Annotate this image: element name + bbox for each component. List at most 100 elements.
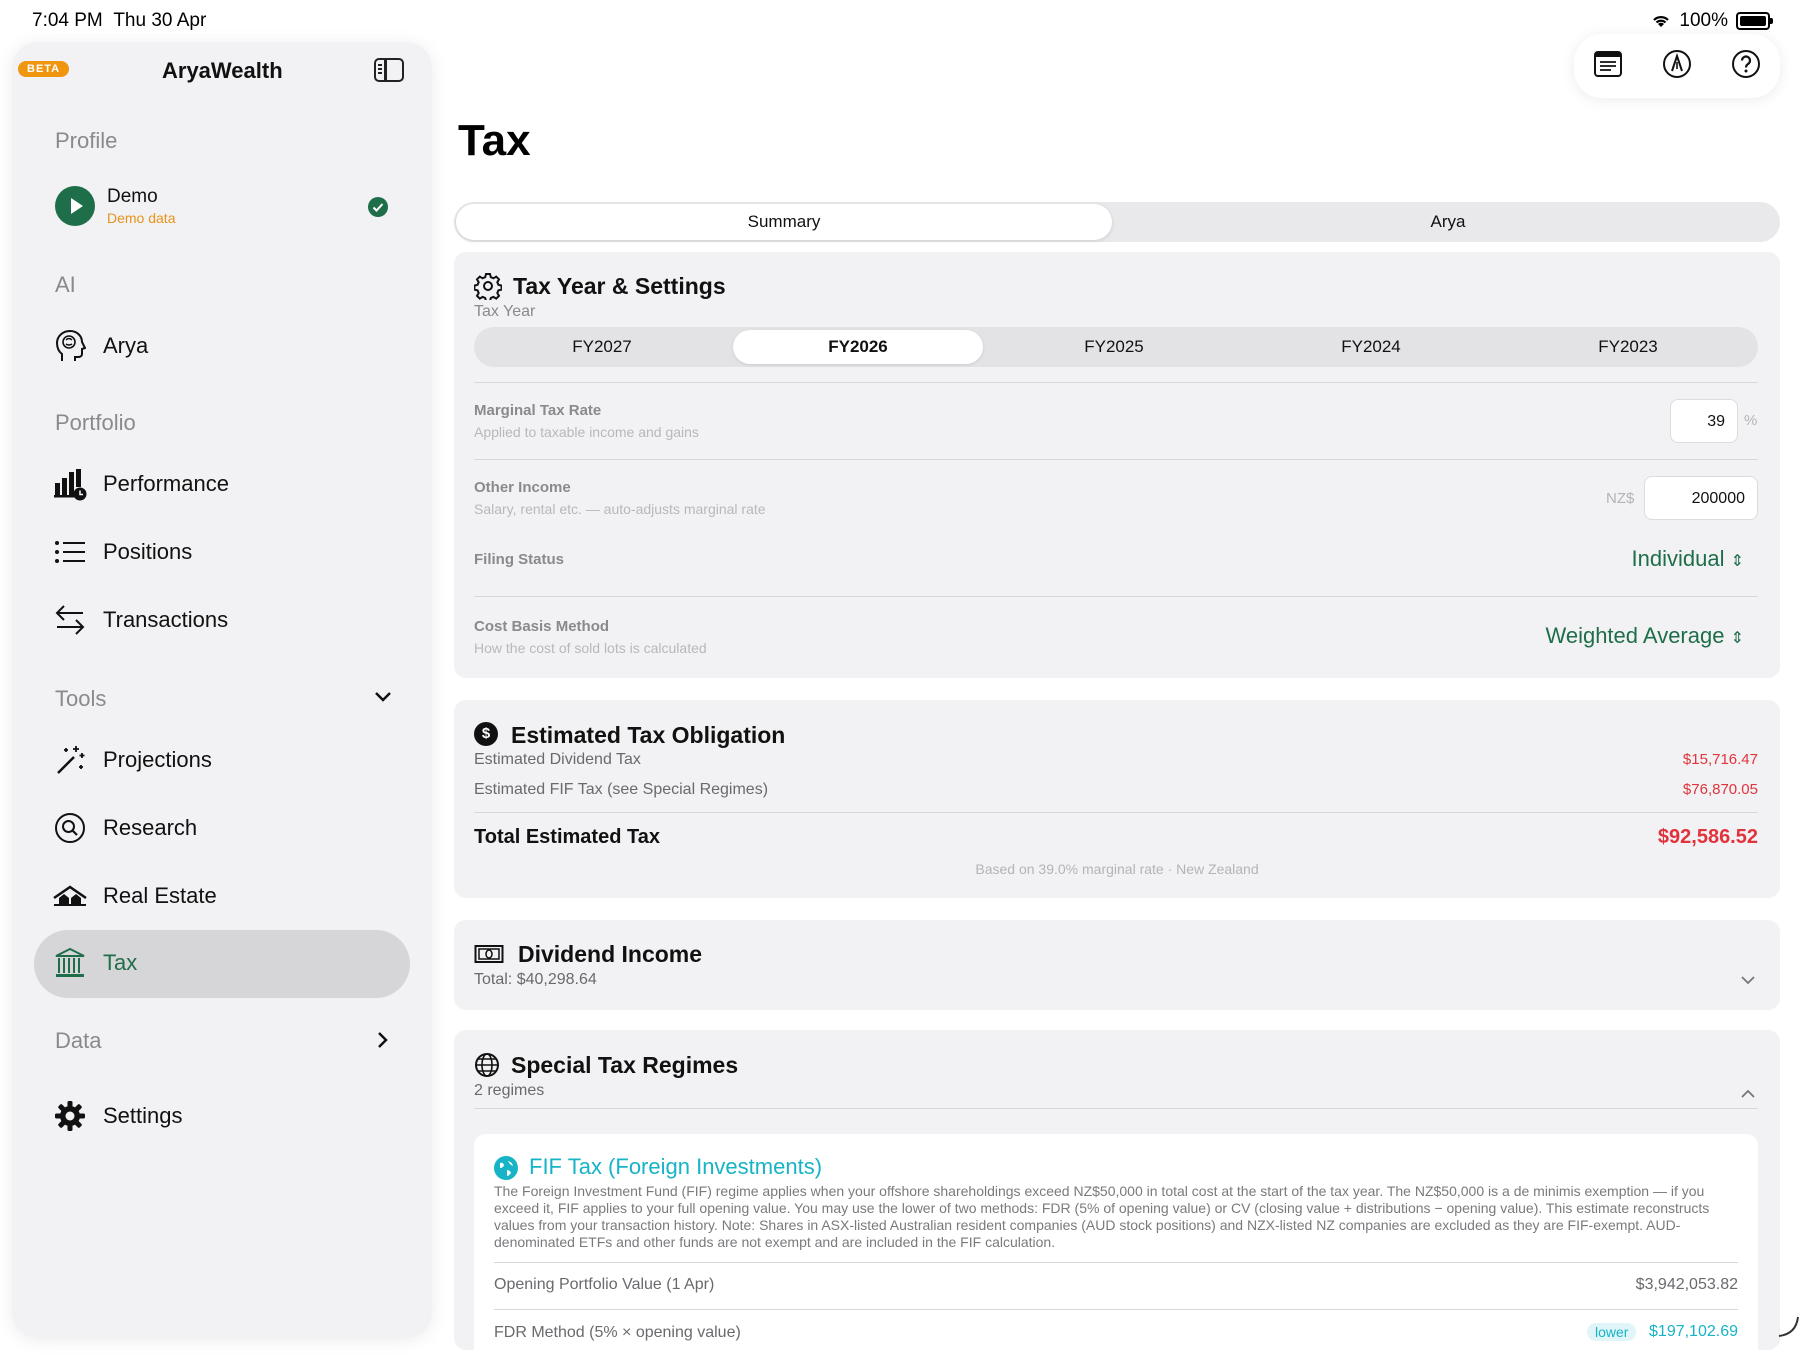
percent-symbol: % xyxy=(1744,412,1758,429)
beta-badge: BETA xyxy=(18,61,70,77)
filing-status-picker[interactable]: Individual ⇕ xyxy=(1632,546,1744,572)
marginal-rate-input[interactable]: 39 xyxy=(1670,399,1738,443)
chevron-down-icon[interactable] xyxy=(373,690,393,709)
tab-arya[interactable]: Arya xyxy=(1120,212,1776,232)
nav-settings[interactable]: Settings xyxy=(53,1099,183,1133)
gear-icon xyxy=(53,1099,87,1133)
cost-basis-label: Cost Basis Method xyxy=(474,618,610,635)
opening-value: $3,942,053.82 xyxy=(1635,1276,1738,1293)
filing-status-label: Filing Status xyxy=(474,551,564,568)
section-portfolio: Portfolio xyxy=(55,410,136,435)
status-indicators: 100% xyxy=(1651,10,1773,32)
chevron-up-icon[interactable] xyxy=(1740,1086,1756,1104)
fif-tax-label: Estimated FIF Tax (see Special Regimes) xyxy=(474,781,769,798)
divider xyxy=(474,459,1758,460)
tax-year-label: Tax Year xyxy=(474,303,536,320)
other-income-label: Other Income xyxy=(474,479,571,496)
bank-icon xyxy=(53,946,87,980)
houses-icon xyxy=(53,879,87,913)
globe-filled-icon xyxy=(494,1156,518,1180)
chevron-down-icon[interactable] xyxy=(1740,972,1756,990)
fif-tax-value: $76,870.05 xyxy=(1682,781,1758,798)
nav-settings-label: Settings xyxy=(103,1103,183,1128)
nav-performance[interactable]: Performance xyxy=(53,467,229,501)
gear-outline-icon xyxy=(473,272,503,305)
divider xyxy=(474,812,1758,813)
dollar-icon: $ xyxy=(474,722,498,746)
total-tax-label: Total Estimated Tax xyxy=(474,826,660,848)
cost-basis-picker[interactable]: Weighted Average ⇕ xyxy=(1545,623,1744,649)
section-tools: Tools xyxy=(55,686,107,711)
page-title: Tax xyxy=(458,116,531,165)
year-fy2026[interactable]: FY2026 xyxy=(730,337,986,357)
nav-research[interactable]: Research xyxy=(53,811,197,845)
nav-transactions[interactable]: Transactions xyxy=(53,603,228,637)
obligation-footnote: Based on 39.0% marginal rate · New Zeala… xyxy=(975,861,1259,877)
fdr-value: $197,102.69 xyxy=(1649,1323,1738,1340)
filing-status-value: Individual xyxy=(1631,546,1725,571)
total-tax-value: $92,586.52 xyxy=(1657,826,1758,848)
nav-projections[interactable]: Projections xyxy=(53,743,212,777)
list-icon xyxy=(53,535,87,569)
notes-icon[interactable] xyxy=(1593,50,1623,83)
chevron-updown-icon: ⇕ xyxy=(1730,630,1744,647)
regimes-count: 2 regimes xyxy=(474,1082,545,1099)
divider xyxy=(474,382,1758,383)
divider xyxy=(494,1262,1738,1263)
section-data[interactable]: Data xyxy=(55,1028,101,1054)
obligation-title: Estimated Tax Obligation xyxy=(511,722,786,748)
dividend-tax-value: $15,716.47 xyxy=(1682,751,1758,768)
year-fy2024[interactable]: FY2024 xyxy=(1243,337,1499,357)
chevron-updown-icon: ⇕ xyxy=(1730,553,1744,570)
fif-description: The Foreign Investment Fund (FIF) regime… xyxy=(494,1183,1710,1250)
app-title: AryaWealth xyxy=(162,58,283,83)
nav-projections-label: Projections xyxy=(103,747,212,772)
search-icon xyxy=(53,811,87,845)
nav-real-estate-label: Real Estate xyxy=(103,883,217,908)
other-income-sub: Salary, rental etc. — auto-adjusts margi… xyxy=(474,501,766,517)
battery-icon xyxy=(1736,12,1773,30)
bar-chart-icon xyxy=(53,467,87,501)
divider xyxy=(494,1309,1738,1310)
banknote-icon xyxy=(474,944,504,969)
nav-positions[interactable]: Positions xyxy=(53,535,192,569)
dividend-tax-label: Estimated Dividend Tax xyxy=(474,751,641,768)
dividend-title: Dividend Income xyxy=(518,941,703,967)
nav-real-estate[interactable]: Real Estate xyxy=(53,879,217,913)
nav-arya-label: Arya xyxy=(103,333,149,358)
wifi-icon xyxy=(1653,16,1670,27)
section-profile: Profile xyxy=(55,128,118,153)
profile-name[interactable]: Demo xyxy=(107,186,158,208)
fdr-label: FDR Method (5% × opening value) xyxy=(494,1324,741,1341)
dividend-total: Total: $40,298.64 xyxy=(474,971,597,988)
divider xyxy=(474,1108,1758,1109)
brain-head-icon xyxy=(53,329,87,363)
marginal-rate-sub: Applied to taxable income and gains xyxy=(474,424,699,440)
help-icon[interactable] xyxy=(1731,49,1761,84)
year-fy2027[interactable]: FY2027 xyxy=(474,337,730,357)
marginal-rate-label: Marginal Tax Rate xyxy=(474,402,602,419)
other-income-input[interactable]: 200000 xyxy=(1644,476,1758,520)
year-fy2023[interactable]: FY2023 xyxy=(1500,337,1756,357)
settings-card xyxy=(454,252,1780,678)
year-fy2025[interactable]: FY2025 xyxy=(986,337,1242,357)
nav-transactions-label: Transactions xyxy=(103,607,229,632)
settings-title: Tax Year & Settings xyxy=(513,273,726,299)
nav-performance-label: Performance xyxy=(103,471,229,496)
divider xyxy=(474,596,1758,597)
magic-wand-icon xyxy=(53,743,87,777)
resize-handle-icon[interactable] xyxy=(1776,1314,1800,1343)
opening-value-label: Opening Portfolio Value (1 Apr) xyxy=(494,1276,715,1293)
nav-tax[interactable]: Tax xyxy=(53,946,137,980)
nav-tax-label: Tax xyxy=(103,950,138,975)
nav-arya[interactable]: Arya xyxy=(53,329,148,363)
markup-pen-icon[interactable] xyxy=(1662,49,1692,84)
nav-positions-label: Positions xyxy=(103,539,193,564)
chevron-right-icon[interactable] xyxy=(376,1030,390,1055)
nav-research-label: Research xyxy=(103,815,198,840)
tab-summary[interactable]: Summary xyxy=(456,212,1112,232)
check-icon xyxy=(368,197,388,217)
sidebar-toggle-icon[interactable] xyxy=(374,58,404,82)
battery-percent: 100% xyxy=(1679,10,1728,31)
play-icon[interactable] xyxy=(55,186,95,226)
